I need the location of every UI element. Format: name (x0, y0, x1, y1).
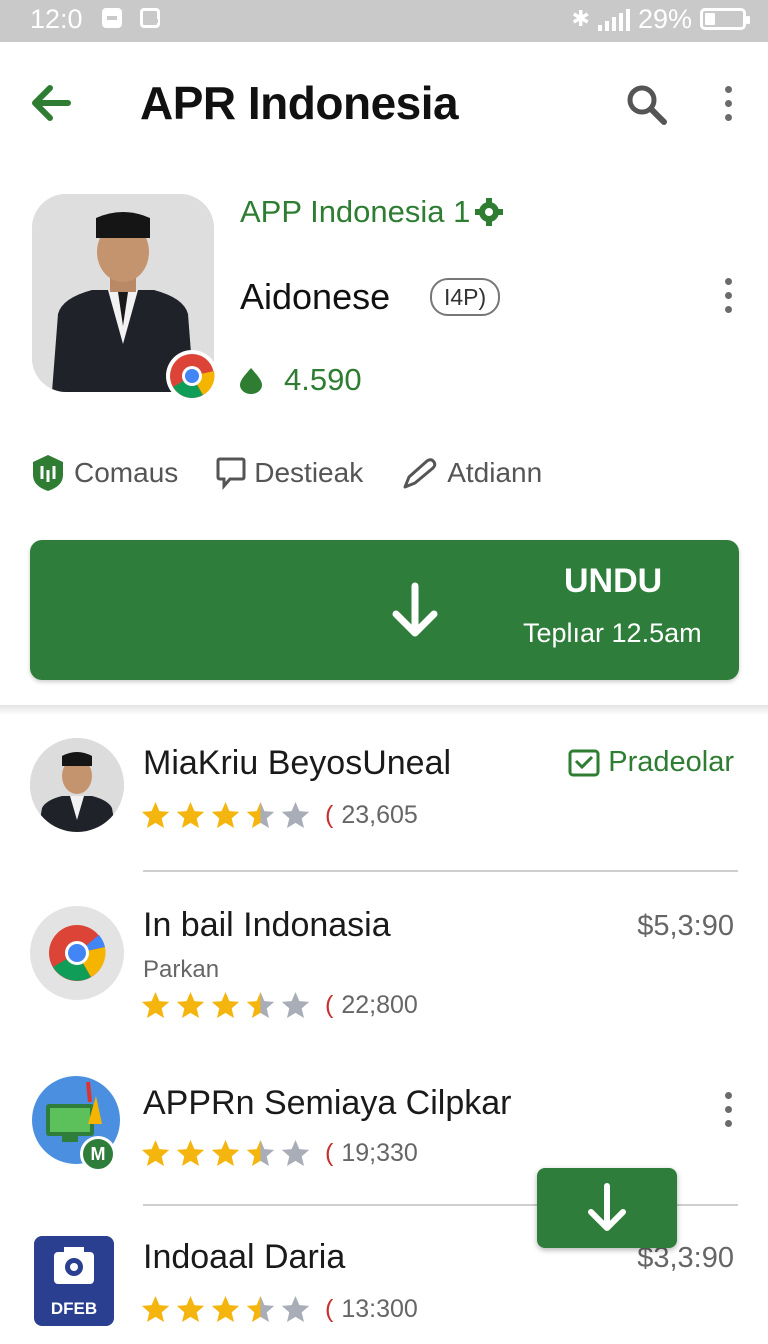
app-icon-label: DFEB (50, 1299, 98, 1318)
chip-comaus[interactable]: Comaus (30, 453, 178, 493)
app-badge-icon: M (80, 1136, 116, 1172)
status-time: 12:0 (30, 4, 83, 34)
chip-label: Atdiann (447, 457, 543, 488)
star-full-icon (141, 1295, 170, 1323)
star-rating: (13:300 (140, 1294, 418, 1325)
more-vert-icon (712, 274, 744, 313)
download-arrow-icon (588, 1183, 626, 1231)
chip-label: Destieak (254, 457, 364, 488)
more-vert-icon (712, 1088, 744, 1127)
review-count: (13:300 (325, 1295, 418, 1323)
chrome-app-icon (30, 906, 124, 1000)
star-full-icon (176, 801, 205, 829)
more-menu-button[interactable] (712, 82, 744, 128)
search-icon (627, 85, 667, 125)
star-full-icon (141, 1139, 170, 1167)
status-bar: 12:0 ✱ 29% (0, 0, 768, 42)
camera-icon (54, 1247, 94, 1284)
list-item[interactable]: In bail Indonasia Parkan $5,3:90 (22;800 (0, 900, 768, 1040)
rating-value: 4.590 (284, 362, 362, 397)
developer-name: APP Indonesia 1 (240, 194, 471, 229)
app-name: Aidonese (240, 276, 391, 317)
star-full-icon (141, 801, 170, 829)
list-item[interactable]: MiaKriu BeyosUneal Pradeolar (23,605 (0, 730, 768, 870)
status-right: ✱ 29% (571, 3, 750, 34)
verified-gear-icon (475, 198, 504, 226)
rating-drop-icon (240, 368, 262, 394)
item-subtitle: Parkan (143, 956, 220, 983)
chip-destieak[interactable]: Destieak (216, 455, 363, 491)
star-full-icon (211, 1139, 240, 1167)
notification-n-icon (140, 8, 160, 28)
rating-row: 4.590 (238, 362, 362, 398)
star-full-icon (176, 991, 205, 1019)
star-full-icon (141, 991, 170, 1019)
download-subtitle: Teplıar 12.5am (523, 618, 702, 648)
item-title: In bail Indonasia (143, 906, 391, 944)
download-button[interactable]: UNDU Teplıar 12.5am (30, 540, 739, 680)
star-full-icon (176, 1295, 205, 1323)
section-divider (0, 705, 768, 715)
item-title: Indoaal Daria (143, 1238, 346, 1276)
list-divider (143, 870, 738, 872)
edit-icon (403, 458, 437, 489)
battery-icon (700, 8, 750, 30)
item-more-button[interactable] (712, 1088, 744, 1128)
chips-row: Comaus Destieak Atdiann (30, 450, 750, 496)
review-count: (19;330 (325, 1139, 418, 1167)
star-rating: (23,605 (140, 800, 418, 831)
developer-link[interactable]: APP Indonesia 1 (240, 194, 504, 230)
chrome-badge-icon (166, 350, 218, 402)
page-title: APR Indonesia (140, 77, 459, 129)
star-full-icon (211, 1295, 240, 1323)
item-title: APPRn Semiaya Cilpkar (143, 1084, 512, 1122)
arrow-back-icon (32, 85, 71, 121)
item-right-label: Pradeolar (608, 746, 734, 778)
star-rating: (22;800 (140, 990, 418, 1021)
floating-download-button[interactable] (537, 1168, 677, 1248)
mail-check-icon (568, 749, 600, 776)
age-rating-badge: I4P) (430, 278, 501, 316)
star-empty-icon (281, 991, 310, 1019)
star-rating: (19;330 (140, 1138, 418, 1169)
app-bar: APR Indonesia (0, 42, 768, 162)
star-full-icon (211, 801, 240, 829)
battery-percent: 29% (637, 3, 692, 34)
review-count: (23,605 (325, 801, 418, 829)
preorder-button[interactable]: Pradeolar (568, 746, 734, 779)
star-full-icon (176, 1139, 205, 1167)
more-vert-icon (712, 82, 744, 121)
signal-icon (597, 7, 630, 31)
item-price: $5,3:90 (637, 910, 734, 942)
item-title: MiaKriu BeyosUneal (143, 744, 452, 782)
back-button[interactable] (24, 76, 78, 130)
star-half-icon (246, 1139, 275, 1167)
star-empty-icon (281, 1295, 310, 1323)
comment-icon (216, 457, 246, 491)
star-empty-icon (281, 801, 310, 829)
star-empty-icon (281, 1139, 310, 1167)
star-full-icon (211, 991, 240, 1019)
download-arrow-icon (392, 582, 438, 637)
app-more-button[interactable] (712, 274, 744, 320)
review-count: (22;800 (325, 991, 418, 1019)
notification-icon (102, 8, 122, 28)
shield-icon (33, 455, 63, 491)
avatar (30, 738, 124, 832)
bluetooth-icon: ✱ (571, 6, 590, 31)
chip-atdiann[interactable]: Atdiann (401, 455, 542, 491)
star-half-icon (246, 1295, 275, 1323)
search-button[interactable] (622, 80, 672, 130)
star-half-icon (246, 801, 275, 829)
star-half-icon (246, 991, 275, 1019)
chip-label: Comaus (74, 457, 179, 488)
download-label: UNDU (564, 562, 663, 600)
camera-app-icon: DFEB (34, 1236, 114, 1326)
